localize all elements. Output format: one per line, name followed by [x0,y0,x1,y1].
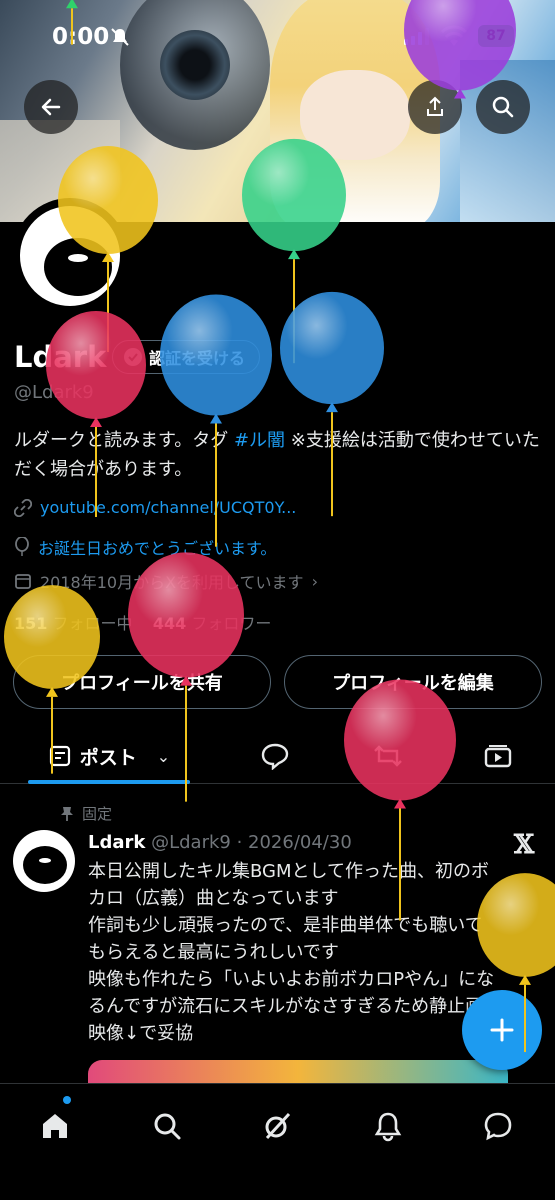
grok-icon [265,1112,291,1140]
nav-explore[interactable] [139,1098,195,1154]
battery-indicator: 87 [478,25,514,47]
link-icon [14,498,32,517]
post-author-name[interactable]: Ldark [88,832,145,853]
birthday-row: お誕生日おめでとうございます。 [14,535,276,559]
back-button[interactable] [24,80,78,134]
status-bar: 0:00 87 [0,0,555,70]
bell-icon [374,1112,402,1142]
joined-row[interactable]: 2018年10月からXを利用しています › [14,569,318,593]
share-button[interactable] [408,80,462,134]
post-text-line: 作詞も少し頑張ったので、是非曲単体でも聴いて [88,915,483,936]
plus-icon [490,1018,514,1042]
followers-label: フォロワー [191,614,272,633]
post-handle-date: @Ldark9 · 2026/04/30 [151,832,352,853]
profile-tabs: ポスト ⌄ [0,728,555,784]
banner-character-face [300,70,410,160]
post-header: Ldark @Ldark9 · 2026/04/30 [88,832,352,853]
bio-text: ルダークと読みます。 [14,430,193,451]
notification-dot [63,1096,71,1104]
post-text-line: カロ（広義）曲となっています [88,888,339,909]
verified-badge-icon [124,348,142,366]
tab-replies[interactable] [245,728,305,784]
profile-handle: @Ldark9 [14,382,94,403]
status-time: 0:00 [52,24,110,50]
bio-tag-label: タグ [192,430,229,451]
birthday-text[interactable]: お誕生日おめでとうございます。 [38,535,276,559]
wifi-icon [440,25,468,46]
profile-link-row: youtube.com/channel/UCQT0Y... [14,498,296,517]
nav-messages[interactable] [470,1098,526,1154]
post-author-avatar[interactable] [13,830,75,892]
search-icon [154,1113,181,1140]
tab-posts[interactable]: ポスト ⌄ [28,728,190,784]
calendar-icon [15,574,31,589]
nav-grok[interactable] [249,1098,305,1154]
nav-notifications[interactable] [360,1098,416,1154]
balloon-icon [15,537,29,556]
chevron-down-icon: ⌄ [156,746,171,766]
reply-icon [261,743,289,770]
post-media-preview[interactable] [88,1060,508,1084]
search-button[interactable] [476,80,530,134]
compose-post-button[interactable] [462,990,542,1070]
edit-profile-button[interactable]: プロフィールを編集 [284,655,542,709]
active-tab-indicator [28,780,190,784]
tab-media[interactable] [468,728,528,784]
pinned-label: 固定 [82,805,113,823]
x-logo-icon: 𝕏 [514,830,535,860]
profile-bio: ルダークと読みます。タグ #ル闇 ※支援絵は活動で使わせていただく場合があります… [14,426,544,484]
post-text-line: もらえると最高にうれしいです [88,942,339,963]
bio-hashtag[interactable]: #ル闇 [234,430,285,451]
cellular-signal-icon [404,28,429,45]
back-arrow-icon [41,98,61,116]
profile-name: Ldark [14,340,107,374]
post-text-line: 映像も作れたら「いよいよお前ボカロPやん」にな [88,969,495,990]
get-verified-button[interactable]: 認証を受ける [112,340,261,374]
followers-count: 444 [152,614,187,633]
joined-date: 2018年10月からXを利用しています [40,573,304,592]
followers-link[interactable]: 444 フォロワー [153,614,272,633]
home-icon [43,1114,67,1138]
bottom-navigation [0,1083,555,1200]
following-count: 151 [14,614,48,633]
post-list-icon [49,745,70,767]
repost-icon [374,745,402,767]
nav-home[interactable] [27,1098,83,1154]
follow-counts: 151 フォロー中 444 フォロワー [14,610,271,634]
message-icon [484,1112,512,1141]
silent-bell-icon [111,28,129,46]
chevron-right-icon: › [311,571,318,591]
get-verified-label: 認証を受ける [149,349,246,368]
post-text-line: 本日公開したキル集BGMとして作った曲、初のボ [88,861,489,882]
pinned-indicator: 固定 [60,803,112,824]
avatar-image [20,206,120,306]
following-link[interactable]: 151 フォロー中 [14,614,133,633]
following-label: フォロー中 [52,614,133,633]
pin-icon [61,806,73,821]
search-icon [492,96,514,118]
tab-reposts[interactable] [358,728,418,784]
profile-website-link[interactable]: youtube.com/channel/UCQT0Y... [40,498,296,517]
media-icon [484,745,512,768]
profile-avatar[interactable] [12,198,128,314]
tab-posts-label: ポスト [79,746,137,769]
share-profile-button[interactable]: プロフィールを共有 [13,655,271,709]
share-icon [427,96,443,116]
